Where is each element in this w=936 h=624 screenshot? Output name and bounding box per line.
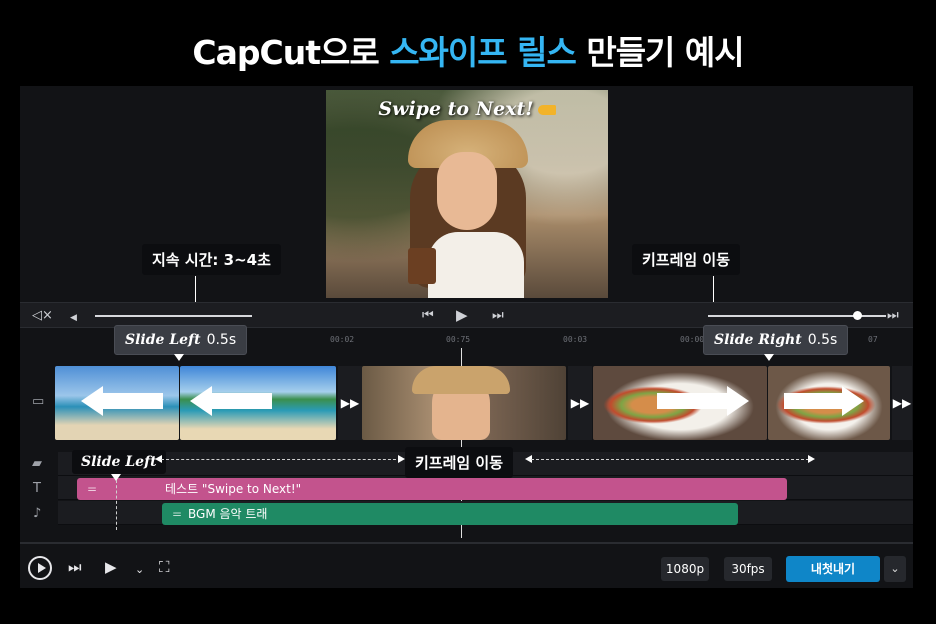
skip-forward-icon[interactable]: ⏭	[492, 308, 504, 324]
fps-selector[interactable]: 30fps	[724, 557, 772, 581]
clip-grip-icon[interactable]: =	[87, 478, 97, 500]
scrub-start-icon[interactable]: ◀	[70, 310, 77, 326]
video-preview[interactable]: Swipe to Next!	[326, 90, 608, 298]
clip-beach-1[interactable]	[55, 366, 179, 440]
transition-icon[interactable]: ▶▶	[568, 366, 592, 440]
clip-grip-icon[interactable]: =	[172, 503, 182, 525]
ruler-tick: 00:03	[563, 335, 588, 344]
text-clip-label: 테스트 "Swipe to Next!"	[165, 482, 302, 496]
text-track-icon[interactable]: T	[33, 481, 41, 496]
clip-street-portrait[interactable]	[362, 366, 566, 440]
capcut-editor: Swipe to Next! 지속 시간: 3~4초 키프레임 이동 ◁× ◀ …	[20, 86, 913, 588]
dashed-arrow-left-head	[398, 455, 405, 463]
volume-knob[interactable]	[853, 311, 862, 320]
track-slide-left-callout: Slide Left	[72, 450, 166, 474]
pointing-hand-icon	[537, 105, 556, 115]
track-keyframe-callout: 키프레임 이동	[405, 447, 514, 478]
video-track: ▭ ▶▶ ▶▶ ▶▶	[20, 366, 913, 442]
track-slide-left-text: Slide Left	[81, 454, 157, 470]
text-clip[interactable]: = 테스트 "Swipe to Next!"	[77, 478, 787, 500]
scrub-track-left[interactable]	[95, 315, 252, 317]
timeline-tracks: ▰ T ♪ = 테스트 "Swipe to Next!" = BGM 음악 트래 S…	[20, 447, 913, 530]
export-label: 내첫내기	[810, 562, 856, 576]
dashed-arrow-left	[161, 459, 401, 460]
clip-beach-2[interactable]	[180, 366, 336, 440]
duration-text: 지속 시간: 3~4초	[152, 251, 271, 269]
clip-food-2[interactable]	[768, 366, 890, 440]
sticker-icon[interactable]: ▰	[32, 456, 42, 471]
right-arrow-icon	[842, 386, 864, 416]
bottom-toolbar: ⏭ ▶ ⌄ ⛶ 1080p 30fps 내첫내기 ⌄	[20, 542, 913, 588]
left-arrow-shaft	[210, 393, 272, 409]
slide-left-guide	[116, 480, 117, 530]
ruler-tick: 00:00	[680, 335, 705, 344]
mute-icon[interactable]: ◁×	[32, 308, 53, 324]
step-forward-icon[interactable]: ⏭	[68, 558, 82, 576]
ruler-tick: 00:02	[330, 335, 355, 344]
left-arrow-icon	[190, 386, 212, 416]
play-circle-icon[interactable]	[28, 556, 52, 580]
transition-icon[interactable]: ▶▶	[892, 366, 912, 440]
fps-value: 30fps	[731, 562, 765, 576]
skip-back-icon[interactable]: ⏮	[422, 308, 434, 324]
slide-left-callout: Slide Left 0.5s	[114, 325, 248, 355]
chevron-down-icon[interactable]: ⌄	[135, 561, 144, 579]
play-icon[interactable]: ▶	[105, 558, 117, 576]
preview-coffee-cup	[408, 248, 436, 284]
text-track-row[interactable]: = 테스트 "Swipe to Next!"	[58, 476, 913, 500]
ruler-tick-center: 00:75	[446, 335, 471, 344]
right-arrow-shaft	[657, 393, 727, 409]
slide-right-marker	[764, 354, 774, 361]
keyframe-top-text: 키프레임 이동	[642, 251, 731, 269]
export-button[interactable]: 내첫내기	[786, 556, 880, 582]
headline-suffix: 만들기 예시	[575, 33, 744, 72]
music-note-icon[interactable]: ♪	[33, 506, 41, 521]
audio-track-row[interactable]: = BGM 음악 트래	[58, 501, 913, 525]
export-dropdown[interactable]: ⌄	[884, 556, 906, 582]
transition-icon[interactable]: ▶▶	[338, 366, 362, 440]
slide-right-time: 0.5s	[807, 332, 838, 348]
resolution-selector[interactable]: 1080p	[661, 557, 709, 581]
preview-face	[437, 152, 497, 230]
duration-callout: 지속 시간: 3~4초	[142, 244, 281, 275]
ruler-tick: 07	[868, 335, 878, 344]
audio-clip-label: BGM 음악 트래	[188, 507, 268, 521]
left-arrow-shaft	[101, 393, 163, 409]
right-arrow-shaft	[784, 393, 842, 409]
track-keyframe-text: 키프레임 이동	[415, 454, 504, 472]
chevron-down-icon: ⌄	[890, 562, 900, 575]
fullscreen-icon[interactable]: ⛶	[159, 558, 170, 576]
play-icon[interactable]: ▶	[456, 307, 468, 323]
left-arrow-icon	[81, 386, 103, 416]
slide-right-callout: Slide Right 0.5s	[703, 325, 849, 355]
preview-caption: Swipe to Next!	[326, 98, 608, 120]
headline-prefix: CapCut으로	[192, 33, 390, 72]
clip-food-1[interactable]	[593, 366, 767, 440]
slide-right-title: Slide Right	[714, 332, 802, 348]
preview-caption-text: Swipe to Next!	[378, 98, 534, 120]
preview-shirt	[428, 232, 524, 298]
dashed-arrow-right	[531, 459, 809, 460]
folder-icon[interactable]: ▭	[32, 394, 44, 409]
audio-clip[interactable]: = BGM 음악 트래	[162, 503, 738, 525]
slide-left-time: 0.5s	[206, 332, 237, 348]
clip-portrait-hat	[412, 366, 510, 394]
resolution-value: 1080p	[665, 562, 705, 576]
slide-left-marker	[174, 354, 184, 361]
keyframe-callout: 키프레임 이동	[632, 244, 741, 275]
dashed-arrow-right-head	[808, 455, 815, 463]
skip-end-icon[interactable]: ⏭	[887, 308, 899, 324]
page-headline: CapCut으로 스와이프 릴스 만들기 예시	[0, 26, 936, 74]
headline-highlight: 스와이프 릴스	[389, 33, 577, 72]
slide-left-title: Slide Left	[125, 332, 201, 348]
right-arrow-icon	[727, 386, 749, 416]
